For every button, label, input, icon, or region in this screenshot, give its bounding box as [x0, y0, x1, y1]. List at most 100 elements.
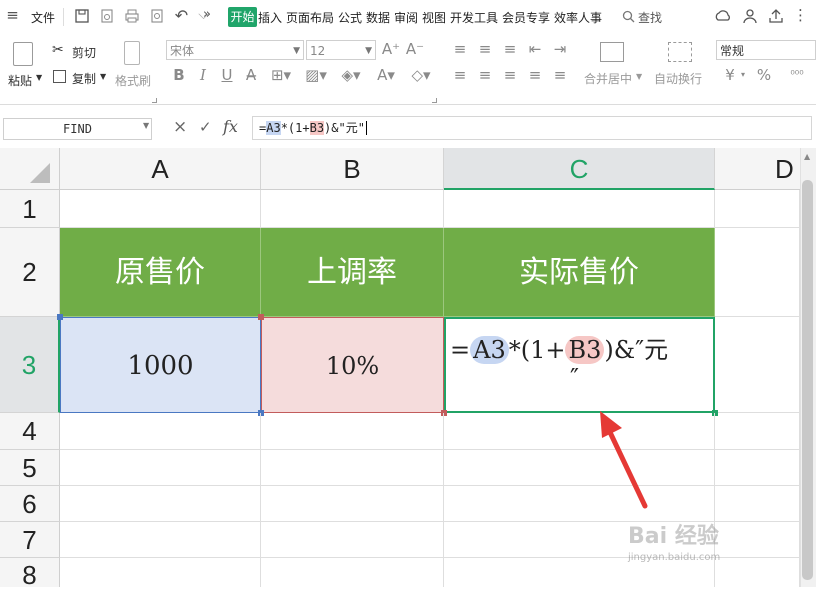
cell-a5[interactable] [60, 450, 261, 486]
merge-center-button[interactable]: 合并居中 [584, 70, 632, 87]
italic-icon[interactable]: I [194, 66, 212, 84]
scroll-thumb[interactable] [802, 180, 813, 580]
cut-button[interactable]: 剪切 [72, 44, 96, 61]
border-icon[interactable]: ⊞▾ [268, 66, 294, 84]
tab-view[interactable]: 视图 [422, 9, 446, 26]
cell-a3[interactable]: 1000 [60, 317, 261, 413]
align-center-icon[interactable]: ≡ [477, 66, 493, 84]
cell-b1[interactable] [261, 190, 444, 228]
print-icon[interactable] [124, 8, 140, 24]
align-left-icon[interactable]: ≡ [452, 66, 468, 84]
tab-formulas[interactable]: 公式 [338, 9, 362, 26]
decrease-font-icon[interactable]: A⁻ [405, 40, 425, 58]
print-preview-icon[interactable] [149, 8, 165, 24]
copy-button[interactable]: 复制 [72, 70, 96, 87]
number-format-select[interactable]: 常规 [716, 40, 816, 60]
cell-c4[interactable] [444, 413, 715, 450]
tab-review[interactable]: 审阅 [394, 9, 418, 26]
distributed-icon[interactable]: ≡ [552, 66, 568, 84]
cell-c5[interactable] [444, 450, 715, 486]
decrease-indent-icon[interactable]: ⇤ [527, 40, 543, 58]
strikethrough-icon[interactable]: A̶ [242, 66, 260, 84]
row-header-5[interactable]: 5 [0, 450, 60, 486]
cell-b2[interactable]: 上调率 [261, 228, 444, 317]
fill-color-icon[interactable]: ◈▾ [338, 66, 364, 84]
row-header-1[interactable]: 1 [0, 190, 60, 228]
underline-icon[interactable]: U [218, 66, 236, 84]
cell-d8[interactable] [715, 558, 800, 587]
cell-b4[interactable] [261, 413, 444, 450]
cell-a2[interactable]: 原售价 [60, 228, 261, 317]
increase-indent-icon[interactable]: ⇥ [552, 40, 568, 58]
export-icon[interactable] [99, 8, 115, 24]
column-header-d[interactable]: D [715, 148, 800, 190]
undo-icon[interactable]: ↶ [174, 8, 189, 24]
row-header-4[interactable]: 4 [0, 413, 60, 450]
cell-b3[interactable]: 10% [261, 317, 444, 413]
cell-b5[interactable] [261, 450, 444, 486]
file-menu[interactable]: 文件 [31, 9, 55, 26]
column-header-c[interactable]: C [444, 148, 715, 190]
merge-center-icon[interactable] [600, 42, 624, 62]
paste-icon[interactable] [13, 42, 33, 66]
column-header-b[interactable]: B [261, 148, 444, 190]
wrap-text-button[interactable]: 自动换行 [654, 70, 702, 87]
name-box[interactable]: FIND [3, 118, 152, 140]
tab-developer[interactable]: 开发工具 [450, 9, 498, 26]
merge-dropdown-icon[interactable]: ▼ [636, 72, 642, 81]
row-header-2[interactable]: 2 [0, 228, 60, 317]
cell-d1[interactable] [715, 190, 800, 228]
percent-icon[interactable]: % [756, 66, 772, 84]
cancel-icon[interactable]: × [173, 117, 187, 137]
cell-a7[interactable] [60, 522, 261, 558]
search-icon[interactable] [622, 10, 635, 23]
wrap-text-icon[interactable] [668, 42, 692, 62]
bold-icon[interactable]: B [170, 66, 188, 84]
font-size-select[interactable]: 12 ▼ [306, 40, 376, 60]
range-handle[interactable] [57, 314, 63, 320]
row-header-7[interactable]: 7 [0, 522, 60, 558]
search-button[interactable]: 查找 [638, 9, 662, 26]
align-bottom-icon[interactable]: ≡ [502, 40, 518, 58]
clear-format-icon[interactable]: ◇▾ [408, 66, 434, 84]
currency-dropdown-icon[interactable]: ▾ [738, 66, 748, 84]
more-options-icon[interactable]: ⋮ [793, 8, 808, 23]
cell-a4[interactable] [60, 413, 261, 450]
align-middle-icon[interactable]: ≡ [477, 40, 493, 58]
currency-icon[interactable]: ¥ [722, 66, 738, 84]
cell-b6[interactable] [261, 486, 444, 522]
range-handle[interactable] [258, 314, 264, 320]
cell-d7[interactable] [715, 522, 800, 558]
clipboard-launcher-icon[interactable] [152, 98, 157, 103]
cell-d6[interactable] [715, 486, 800, 522]
tab-home[interactable]: 开始 [228, 7, 257, 27]
tab-insert[interactable]: 插入 [258, 9, 282, 26]
row-header-8[interactable]: 8 [0, 558, 60, 590]
cell-b7[interactable] [261, 522, 444, 558]
font-launcher-icon[interactable] [432, 98, 437, 103]
cell-d2[interactable] [715, 228, 800, 317]
increase-font-icon[interactable]: A⁺ [381, 40, 401, 58]
cell-c2[interactable]: 实际售价 [444, 228, 715, 317]
cell-b8[interactable] [261, 558, 444, 587]
hamburger-menu-icon[interactable]: ≡ [5, 8, 20, 23]
cell-d4[interactable] [715, 413, 800, 450]
cell-d5[interactable] [715, 450, 800, 486]
copy-dropdown-icon[interactable]: ▼ [100, 72, 106, 81]
column-header-a[interactable]: A [60, 148, 261, 190]
row-header-6[interactable]: 6 [0, 486, 60, 522]
cell-a6[interactable] [60, 486, 261, 522]
align-top-icon[interactable]: ≡ [452, 40, 468, 58]
font-name-select[interactable]: 宋体 ▼ [166, 40, 304, 60]
align-right-icon[interactable]: ≡ [502, 66, 518, 84]
name-box-dropdown-icon[interactable]: ▼ [143, 121, 149, 130]
fill-pattern-icon[interactable]: ▨▾ [303, 66, 329, 84]
tab-page-layout[interactable]: 页面布局 [286, 9, 334, 26]
cell-a8[interactable] [60, 558, 261, 587]
paste-button[interactable]: 粘贴 [8, 72, 32, 89]
cell-d3[interactable] [715, 317, 800, 413]
tab-member[interactable]: 会员专享 [502, 9, 550, 26]
save-icon[interactable] [74, 8, 90, 24]
format-painter-button[interactable]: 格式刷 [115, 72, 151, 89]
more-commands-icon[interactable]: » [203, 7, 211, 22]
